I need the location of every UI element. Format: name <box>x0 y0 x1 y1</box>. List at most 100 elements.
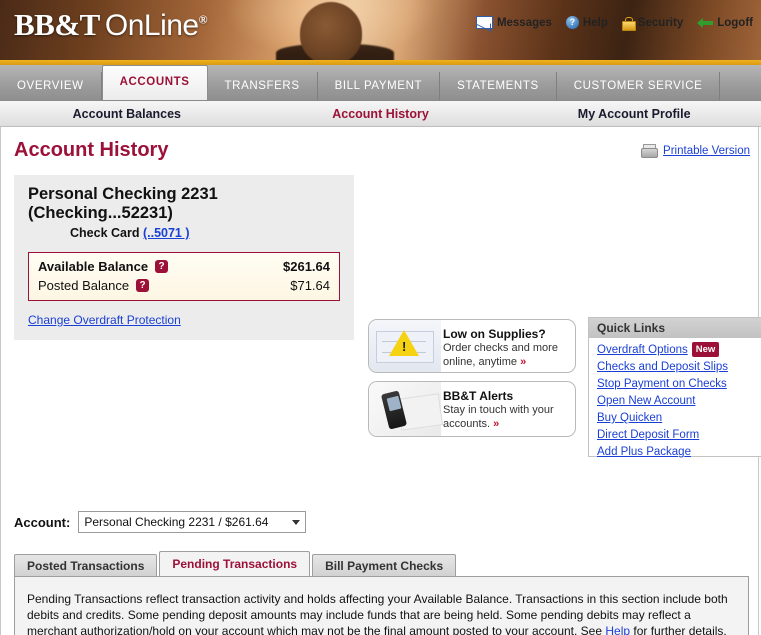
alerts-phone-image <box>369 382 444 436</box>
quick-link-stop-payment[interactable]: Stop Payment on Checks <box>597 378 727 390</box>
transaction-tab-bar: Posted Transactions Pending Transactions… <box>14 551 749 577</box>
tab-accounts[interactable]: ACCOUNTS <box>101 65 208 100</box>
account-selector-label: Account: <box>14 514 71 530</box>
promo-alerts-line2-wrap: accounts. » <box>443 418 569 431</box>
promo-alerts-text: BB&T Alerts Stay in touch with your acco… <box>443 389 569 431</box>
list-item: Buy Quicken <box>597 409 761 426</box>
available-balance-row: Available Balance ? $261.64 <box>38 257 330 276</box>
brand-name: BB&T <box>14 7 100 42</box>
account-name: Personal Checking 2231 (Checking...52231… <box>28 185 340 223</box>
subnav-item-account-balances[interactable]: Account Balances <box>0 107 254 121</box>
change-overdraft-protection-link[interactable]: Change Overdraft Protection <box>28 313 181 327</box>
promo-supplies-title: Low on Supplies? <box>443 327 546 341</box>
tab-posted-transactions[interactable]: Posted Transactions <box>14 554 158 577</box>
list-item: Stop Payment on Checks <box>597 375 761 392</box>
account-name-line2: (Checking...52231) <box>28 204 173 222</box>
promo-card-supplies[interactable]: Low on Supplies? Order checks and more o… <box>368 319 576 373</box>
check-supplies-image <box>369 320 442 372</box>
brand-product: OnLine <box>104 9 199 42</box>
brand-logo[interactable]: BB&T OnLine® <box>14 7 208 43</box>
quick-link-direct-deposit-form[interactable]: Direct Deposit Form <box>597 429 699 441</box>
list-item: Add Plus Package <box>597 443 761 460</box>
top-utility-nav: Messages ? Help Security Logoff <box>475 16 753 31</box>
content-area: Account History Printable Version Person… <box>0 127 761 635</box>
topnav-item-security[interactable]: Security <box>621 16 684 31</box>
pending-intro-text: Pending Transactions reflect transaction… <box>27 591 736 635</box>
available-balance-help-icon[interactable]: ? <box>155 260 169 273</box>
intro-text-after-link: for further details. <box>630 624 727 635</box>
list-item: Open New Account <box>597 392 761 409</box>
printer-icon <box>641 144 659 158</box>
posted-balance-label: Posted Balance <box>38 278 130 293</box>
check-card-row: Check Card (..5071 ) <box>70 226 340 240</box>
quick-links-panel: Quick Links Overdraft Options New Checks … <box>588 317 761 460</box>
topnav-item-logoff[interactable]: Logoff <box>697 17 753 29</box>
inline-help-link[interactable]: Help <box>605 624 630 635</box>
page-title: Account History <box>14 139 169 161</box>
promo-supplies-line2-wrap: online, anytime » <box>443 356 569 369</box>
topnav-label-help: Help <box>582 16 608 29</box>
page-root: BB&T OnLine® Messages ? Help Security Log… <box>0 0 761 635</box>
account-selector-row: Account: Personal Checking 2231 / $261.6… <box>14 511 307 533</box>
topnav-label-messages: Messages <box>496 16 552 29</box>
tab-bill-payment-checks[interactable]: Bill Payment Checks <box>312 554 457 577</box>
check-card-label: Check Card <box>70 226 140 240</box>
quick-link-open-new-account[interactable]: Open New Account <box>597 395 695 407</box>
quick-links-header: Quick Links <box>589 318 761 338</box>
promo-alerts-chevron-icon: » <box>493 418 500 430</box>
tab-overview[interactable]: OVERVIEW <box>0 72 102 100</box>
available-balance-label: Available Balance <box>38 259 149 274</box>
topnav-item-messages[interactable]: Messages <box>475 16 552 29</box>
tab-pending-transactions[interactable]: Pending Transactions <box>159 551 311 577</box>
banner-photo-person <box>300 2 362 60</box>
promo-supplies-text: Low on Supplies? Order checks and more o… <box>443 327 569 369</box>
list-item: Checks and Deposit Slips <box>597 358 761 375</box>
topnav-label-logoff: Logoff <box>717 16 753 29</box>
promo-supplies-line1: Order checks and more <box>443 342 558 354</box>
quick-link-overdraft-options[interactable]: Overdraft Options <box>597 344 688 356</box>
pending-transactions-panel: Pending Transactions reflect transaction… <box>14 576 749 635</box>
quick-link-checks-deposit-slips[interactable]: Checks and Deposit Slips <box>597 361 728 373</box>
check-card-number-link[interactable]: (..5071 ) <box>143 226 190 240</box>
sub-nav-bar: Account Balances Account History My Acco… <box>0 101 761 127</box>
masthead-banner: BB&T OnLine® Messages ? Help Security Log… <box>0 0 761 60</box>
envelope-icon <box>475 16 493 29</box>
promo-supplies-line2: online, anytime <box>443 356 517 368</box>
list-item: Direct Deposit Form <box>597 426 761 443</box>
chevron-down-icon <box>292 519 301 525</box>
posted-balance-row: Posted Balance ? $71.64 <box>38 276 330 295</box>
tab-customer-service[interactable]: CUSTOMER SERVICE <box>557 72 721 100</box>
promo-card-alerts[interactable]: BB&T Alerts Stay in touch with your acco… <box>368 381 576 437</box>
promo-alerts-title: BB&T Alerts <box>443 389 514 403</box>
subnav-item-my-account-profile[interactable]: My Account Profile <box>507 107 761 121</box>
printable-version-link[interactable]: Printable Version <box>641 144 750 158</box>
quick-links-list: Overdraft Options New Checks and Deposit … <box>589 338 761 460</box>
list-item: Overdraft Options New <box>597 341 761 358</box>
left-arrow-icon <box>697 17 714 28</box>
posted-balance-amount: $71.64 <box>290 278 330 293</box>
account-name-line1: Personal Checking 2231 <box>28 185 218 203</box>
help-circle-icon: ? <box>565 16 579 29</box>
lock-icon <box>621 16 636 31</box>
registered-mark: ® <box>198 12 208 27</box>
available-balance-amount: $261.64 <box>283 259 330 274</box>
balance-box: Available Balance ? $261.64 Posted Balan… <box>28 252 340 301</box>
tab-transfers[interactable]: TRANSFERS <box>208 72 318 100</box>
subnav-item-account-history[interactable]: Account History <box>254 107 508 121</box>
tab-bill-payment[interactable]: BILL PAYMENT <box>318 72 441 100</box>
posted-balance-help-icon[interactable]: ? <box>136 279 150 292</box>
account-select[interactable]: Personal Checking 2231 / $261.64 <box>78 511 307 533</box>
topnav-item-help[interactable]: ? Help <box>565 16 608 29</box>
new-badge: New <box>691 342 720 357</box>
account-select-value: Personal Checking 2231 / $261.64 <box>84 515 269 529</box>
quick-link-buy-quicken[interactable]: Buy Quicken <box>597 412 662 424</box>
warning-triangle-icon <box>389 330 419 356</box>
topnav-label-security: Security <box>637 16 684 29</box>
tab-statements[interactable]: STATEMENTS <box>440 72 557 100</box>
promo-alerts-line1: Stay in touch with your <box>443 404 554 416</box>
promo-alerts-line2: accounts. <box>443 418 491 430</box>
main-tab-bar: OVERVIEW ACCOUNTS TRANSFERS BILL PAYMENT… <box>0 65 761 101</box>
printable-version-label: Printable Version <box>663 144 750 157</box>
promo-supplies-chevron-icon: » <box>520 356 527 368</box>
quick-link-add-plus-package[interactable]: Add Plus Package <box>597 446 691 458</box>
